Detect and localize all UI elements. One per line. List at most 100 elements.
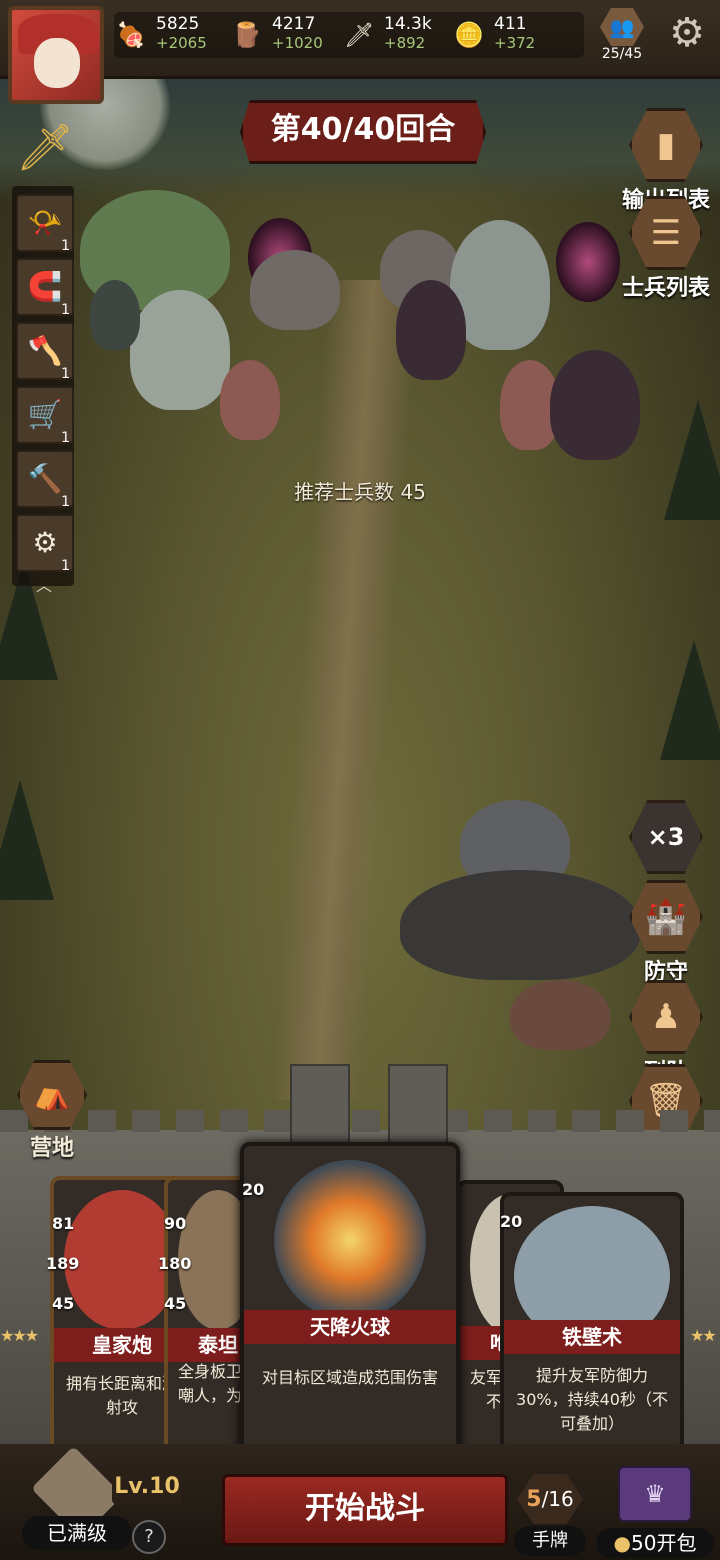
card-hp: 189	[46, 1254, 80, 1273]
card-cost: 45	[52, 1294, 75, 1313]
resource-value: 14.3k	[384, 14, 432, 34]
axe-icon: 🪓	[27, 334, 63, 367]
gold-coin-icon: ●	[613, 1531, 631, 1555]
hand-count: 5/16	[517, 1474, 583, 1524]
skill-slot-axe[interactable]: 🪓 1	[16, 322, 74, 382]
dirt-path	[271, 280, 419, 1100]
resource-increment: +1020	[272, 34, 323, 52]
resource-gold: 🪙 411 +372	[454, 12, 564, 58]
list-icon: ☰	[629, 196, 703, 270]
tree	[660, 640, 720, 760]
hammer-icon: 🔨	[27, 462, 63, 495]
pack-price-value: 50	[631, 1531, 657, 1555]
formation-icon: ♟	[629, 980, 703, 1054]
camp-button[interactable]: ⛺ 营地	[12, 1060, 92, 1162]
pack-label: 开包	[656, 1531, 697, 1555]
spell-card-iron-wall[interactable]: 铁壁术 提升友军防御力30%，持续40秒（不可叠加）	[500, 1192, 684, 1452]
population-value: 25/45	[601, 46, 643, 62]
player-avatar[interactable]	[8, 6, 104, 104]
enemy-succubus	[550, 350, 640, 460]
enemy-mushroom-mage	[220, 360, 280, 440]
gold-coin-icon: 🪙	[454, 21, 484, 49]
settings-gear-icon[interactable]: ⚙	[664, 10, 710, 56]
spell-card-meteor[interactable]: 天降火球 对目标区域造成范围伤害	[240, 1142, 460, 1460]
camp-label: 营地	[29, 1136, 74, 1161]
card-pack-icon: ♛	[618, 1466, 692, 1522]
bar-chart-icon: ▮	[629, 108, 703, 182]
resource-value: 411	[494, 14, 527, 34]
castle-tower	[290, 1064, 350, 1148]
skill-slot-cart[interactable]: 🛒 1	[16, 386, 74, 446]
castle-icon: 🏰	[629, 880, 703, 954]
speed-icon: ×3	[629, 800, 703, 874]
soldier-list-label: 士兵列表	[621, 276, 710, 301]
defend-button[interactable]: 🏰 防守	[628, 880, 704, 986]
resource-weapons: 🗡 14.3k +892	[344, 12, 454, 58]
resource-increment: +372	[494, 34, 536, 52]
skill-count: 1	[61, 238, 70, 254]
enemy-succubus	[396, 280, 466, 380]
gear-icon: ⚙	[32, 526, 58, 559]
avatar-face	[34, 38, 80, 88]
magnet-icon: 🧲	[27, 270, 63, 303]
castle-tower	[388, 1064, 448, 1148]
resource-meat: 🍖 5825 +2065	[116, 12, 226, 58]
ally-cannon-crew	[510, 980, 610, 1050]
max-level-label: 已满级	[22, 1516, 132, 1550]
start-battle-button[interactable]: 开始战斗	[222, 1474, 508, 1546]
sword-icon: 🗡	[344, 21, 375, 49]
card-cost: 20	[242, 1180, 265, 1199]
resource-increment: +2065	[156, 34, 207, 52]
skill-slot-horn[interactable]: 📯 1	[16, 194, 74, 254]
resource-value: 5825	[156, 14, 200, 34]
camp-icon: ⛺	[17, 1060, 87, 1130]
hand-total: /16	[541, 1487, 574, 1511]
skill-count: 1	[61, 430, 70, 446]
card-title: 天降火球	[244, 1310, 456, 1344]
resource-wood: 🪵 4217 +1020	[232, 12, 342, 58]
card-cost: 45	[164, 1294, 187, 1313]
hand-current: 5	[526, 1487, 542, 1512]
skill-count: 1	[61, 302, 70, 318]
portal	[556, 222, 620, 302]
speed-button[interactable]: ×3	[628, 800, 704, 874]
recommended-soldier-count: 推荐士兵数 45	[294, 480, 426, 504]
ally-dragon-squad	[400, 870, 640, 980]
resource-value: 4217	[272, 14, 316, 34]
population-indicator[interactable]: 👥 25/45	[594, 8, 650, 68]
enemy-stone-golem	[130, 290, 230, 410]
enemy-goblin	[90, 280, 140, 350]
enemy-boar-warrior	[250, 250, 340, 330]
round-banner: 第40/40回合	[240, 100, 486, 164]
card-description: 提升友军防御力30%，持续40秒（不可叠加）	[516, 1366, 668, 1433]
fireball-art	[274, 1160, 426, 1320]
star-rating: ★★★	[0, 1326, 39, 1345]
hand-label: 手牌	[514, 1526, 586, 1556]
pack-price: ●50开包	[596, 1528, 714, 1558]
open-pack-button[interactable]: ♛ ●50开包	[596, 1466, 714, 1558]
chevron-up-icon[interactable]: ︿	[26, 572, 62, 595]
hand-cards-indicator[interactable]: 5/16 手牌	[514, 1474, 586, 1556]
cart-icon: 🛒	[27, 398, 63, 431]
skill-sidebar: 📯 1 🧲 1 🪓 1 🛒 1 🔨 1 ⚙ 1	[12, 186, 74, 586]
meat-icon: 🍖	[116, 21, 146, 49]
star-rating: ★★	[690, 1326, 717, 1345]
resource-increment: +892	[384, 34, 426, 52]
sword-emblem-icon[interactable]: 🗡	[14, 120, 76, 190]
card-attack: 90	[164, 1214, 187, 1233]
skill-slot-gear[interactable]: ⚙ 1	[16, 514, 74, 574]
skill-count: 1	[61, 494, 70, 510]
soldier-list-button[interactable]: ☰ 士兵列表	[614, 196, 718, 302]
skill-slot-hammer[interactable]: 🔨 1	[16, 450, 74, 510]
horn-icon: 📯	[27, 206, 63, 239]
help-button[interactable]: ?	[132, 1520, 166, 1554]
card-description: 对目标区域造成范围伤害	[261, 1368, 438, 1387]
resources-panel: 🍖 5825 +2065 🪵 4217 +1020 🗡 14.3k +892 🪙…	[114, 12, 584, 58]
skill-count: 1	[61, 366, 70, 382]
level-badge: Lv.10	[112, 1470, 182, 1504]
wood-icon: 🪵	[232, 21, 262, 49]
population-icon: 👥	[600, 8, 644, 46]
skill-slot-magnet[interactable]: 🧲 1	[16, 258, 74, 318]
card-cost: 20	[500, 1212, 523, 1231]
card-title: 铁壁术	[504, 1320, 680, 1354]
